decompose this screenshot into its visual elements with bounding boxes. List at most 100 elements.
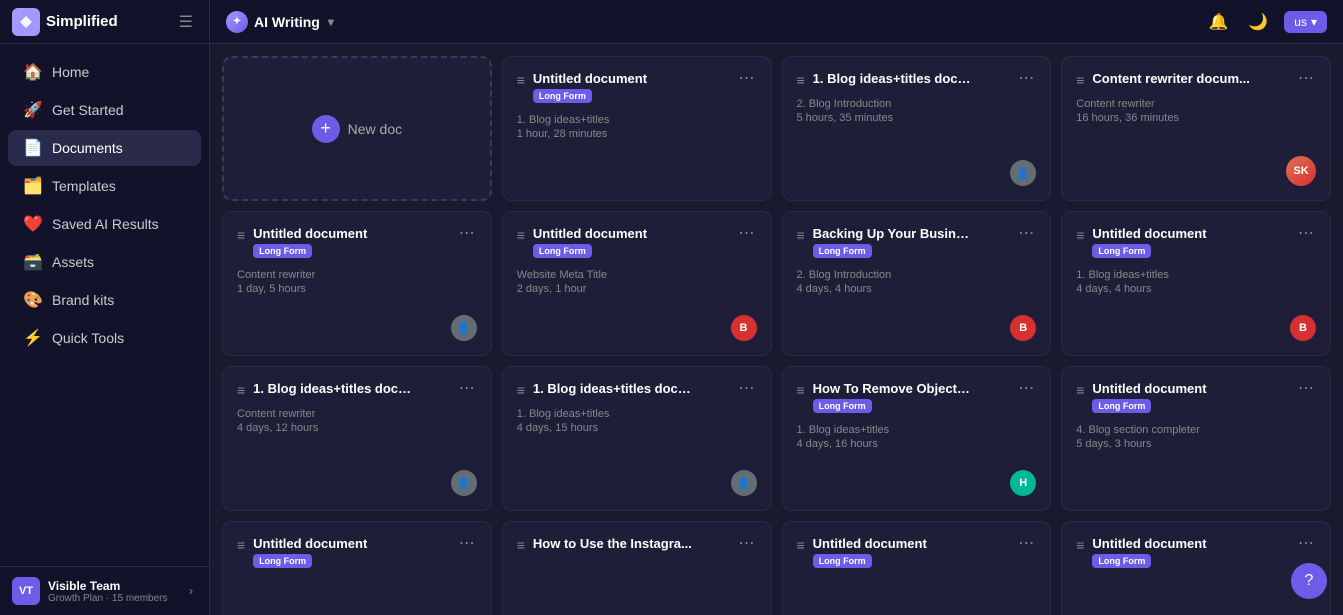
card-avatar: H <box>1010 470 1036 496</box>
card-menu-button[interactable]: ⋯ <box>1016 536 1036 552</box>
card-avatar: B <box>1010 315 1036 341</box>
expand-team-button[interactable]: › <box>185 580 197 602</box>
doc-icon: ≡ <box>797 227 805 243</box>
doc-icon: ≡ <box>797 72 805 88</box>
get-started-icon: 🚀 <box>24 101 42 119</box>
doc-icon: ≡ <box>797 382 805 398</box>
notification-button[interactable]: 🔔 <box>1204 8 1232 36</box>
card-menu-button[interactable]: ⋯ <box>457 536 477 552</box>
sidebar-item-saved-ai-results[interactable]: ❤️ Saved AI Results <box>8 206 201 242</box>
sidebar-item-documents[interactable]: 📄 Documents <box>8 130 201 166</box>
card-menu-button[interactable]: ⋯ <box>1016 226 1036 242</box>
logo-area: Simplified <box>12 8 118 36</box>
card-menu-button[interactable]: ⋯ <box>737 381 757 397</box>
user-menu-button[interactable]: us ▾ <box>1284 11 1327 33</box>
card-menu-button[interactable]: ⋯ <box>457 381 477 397</box>
card-menu-button[interactable]: ⋯ <box>1016 381 1036 397</box>
card-avatar: B <box>731 315 757 341</box>
doc-card-3[interactable]: ≡ Content rewriter docum... ⋯ Content re… <box>1061 56 1331 201</box>
card-meta-line1: 1. Blog ideas+titles <box>517 114 757 126</box>
card-menu-button[interactable]: ⋯ <box>457 226 477 242</box>
card-title: Untitled document <box>1092 536 1252 551</box>
card-badge: Long Form <box>253 244 312 258</box>
doc-card-15[interactable]: ≡ Untitled document Long Form ⋯ <box>1061 521 1331 615</box>
doc-card-6[interactable]: ≡ Backing Up Your Busines... Long Form ⋯… <box>782 211 1052 356</box>
doc-card-10[interactable]: ≡ How To Remove Objects ... Long Form ⋯ … <box>782 366 1052 511</box>
card-badge: Long Form <box>1092 399 1151 413</box>
card-menu-button[interactable]: ⋯ <box>1296 381 1316 397</box>
card-menu-button[interactable]: ⋯ <box>1016 71 1036 87</box>
dark-mode-button[interactable]: 🌙 <box>1244 8 1272 36</box>
doc-card-11[interactable]: ≡ Untitled document Long Form ⋯ 4. Blog … <box>1061 366 1331 511</box>
sidebar-header: Simplified ☰ <box>0 0 209 44</box>
card-menu-button[interactable]: ⋯ <box>737 226 757 242</box>
doc-icon: ≡ <box>517 537 525 553</box>
new-doc-card[interactable]: + New doc <box>222 56 492 201</box>
card-menu-button[interactable]: ⋯ <box>1296 226 1316 242</box>
card-badge: Long Form <box>1092 554 1151 568</box>
collapse-sidebar-button[interactable]: ☰ <box>175 8 197 36</box>
doc-card-8[interactable]: ≡ 1. Blog ideas+titles docu... ⋯ Content… <box>222 366 492 511</box>
quick-tools-icon: ⚡ <box>24 329 42 347</box>
card-title: Untitled document <box>1092 381 1252 396</box>
card-badge: Long Form <box>813 244 872 258</box>
card-title: 1. Blog ideas+titles docu... <box>813 71 973 86</box>
card-avatar: B <box>1290 315 1316 341</box>
doc-card-5[interactable]: ≡ Untitled document Long Form ⋯ Website … <box>502 211 772 356</box>
card-title: Untitled document <box>813 536 973 551</box>
sidebar-item-brand-kits[interactable]: 🎨 Brand kits <box>8 282 201 318</box>
sidebar-item-quick-tools[interactable]: ⚡ Quick Tools <box>8 320 201 356</box>
sidebar-item-assets[interactable]: 🗃️ Assets <box>8 244 201 280</box>
card-menu-button[interactable]: ⋯ <box>737 71 757 87</box>
sidebar-item-home-label: Home <box>52 64 89 80</box>
card-title: Untitled document <box>253 536 413 551</box>
doc-card-13[interactable]: ≡ How to Use the Instagra... ⋯ <box>502 521 772 615</box>
doc-icon: ≡ <box>237 537 245 553</box>
doc-card-12[interactable]: ≡ Untitled document Long Form ⋯ <box>222 521 492 615</box>
card-menu-button[interactable]: ⋯ <box>737 536 757 552</box>
doc-icon: ≡ <box>797 537 805 553</box>
sidebar-nav: 🏠 Home 🚀 Get Started 📄 Documents 🗂️ Temp… <box>0 44 209 566</box>
doc-icon: ≡ <box>517 382 525 398</box>
doc-icon: ≡ <box>1076 72 1084 88</box>
doc-icon: ≡ <box>1076 227 1084 243</box>
card-badge: Long Form <box>1092 244 1151 258</box>
sidebar-item-get-started[interactable]: 🚀 Get Started <box>8 92 201 128</box>
card-menu-button[interactable]: ⋯ <box>1296 71 1316 87</box>
home-icon: 🏠 <box>24 63 42 81</box>
topbar-chevron-icon: ▾ <box>328 15 334 29</box>
team-info: Visible Team Growth Plan · 15 members <box>48 579 177 604</box>
card-title: Untitled document <box>1092 226 1252 241</box>
card-title: Untitled document <box>533 71 693 86</box>
doc-card-4[interactable]: ≡ Untitled document Long Form ⋯ Content … <box>222 211 492 356</box>
doc-card-1[interactable]: ≡ Untitled document Long Form ⋯ 1. Blog … <box>502 56 772 201</box>
card-avatar: 👤 <box>731 470 757 496</box>
card-title: How To Remove Objects ... <box>813 381 973 396</box>
sidebar-item-assets-label: Assets <box>52 254 94 270</box>
user-label: us <box>1294 15 1307 29</box>
doc-icon: ≡ <box>517 72 525 88</box>
doc-card-14[interactable]: ≡ Untitled document Long Form ⋯ <box>782 521 1052 615</box>
card-badge: Long Form <box>533 244 592 258</box>
doc-icon: ≡ <box>517 227 525 243</box>
brand-kits-icon: 🎨 <box>24 291 42 309</box>
doc-card-7[interactable]: ≡ Untitled document Long Form ⋯ 1. Blog … <box>1061 211 1331 356</box>
card-title: 1. Blog ideas+titles docu... <box>253 381 413 396</box>
doc-card-2[interactable]: ≡ 1. Blog ideas+titles docu... ⋯ 2. Blog… <box>782 56 1052 201</box>
saved-ai-results-icon: ❤️ <box>24 215 42 233</box>
card-menu-button[interactable]: ⋯ <box>1296 536 1316 552</box>
card-avatar: SK <box>1286 156 1316 186</box>
sidebar-item-home[interactable]: 🏠 Home <box>8 54 201 90</box>
doc-card-9[interactable]: ≡ 1. Blog ideas+titles docu... ⋯ 1. Blog… <box>502 366 772 511</box>
topbar-actions: 🔔 🌙 us ▾ <box>1204 8 1327 36</box>
doc-icon: ≡ <box>1076 382 1084 398</box>
sidebar-item-templates[interactable]: 🗂️ Templates <box>8 168 201 204</box>
card-meta-line2: 1 hour, 28 minutes <box>517 128 757 140</box>
doc-icon: ≡ <box>237 382 245 398</box>
team-avatar: VT <box>12 577 40 605</box>
ai-writing-icon: ✦ <box>226 11 248 33</box>
sidebar: Simplified ☰ 🏠 Home 🚀 Get Started 📄 Docu… <box>0 0 210 615</box>
new-doc-label: New doc <box>348 121 402 137</box>
help-button[interactable]: ? <box>1291 563 1327 599</box>
card-title: Content rewriter docum... <box>1092 71 1252 86</box>
